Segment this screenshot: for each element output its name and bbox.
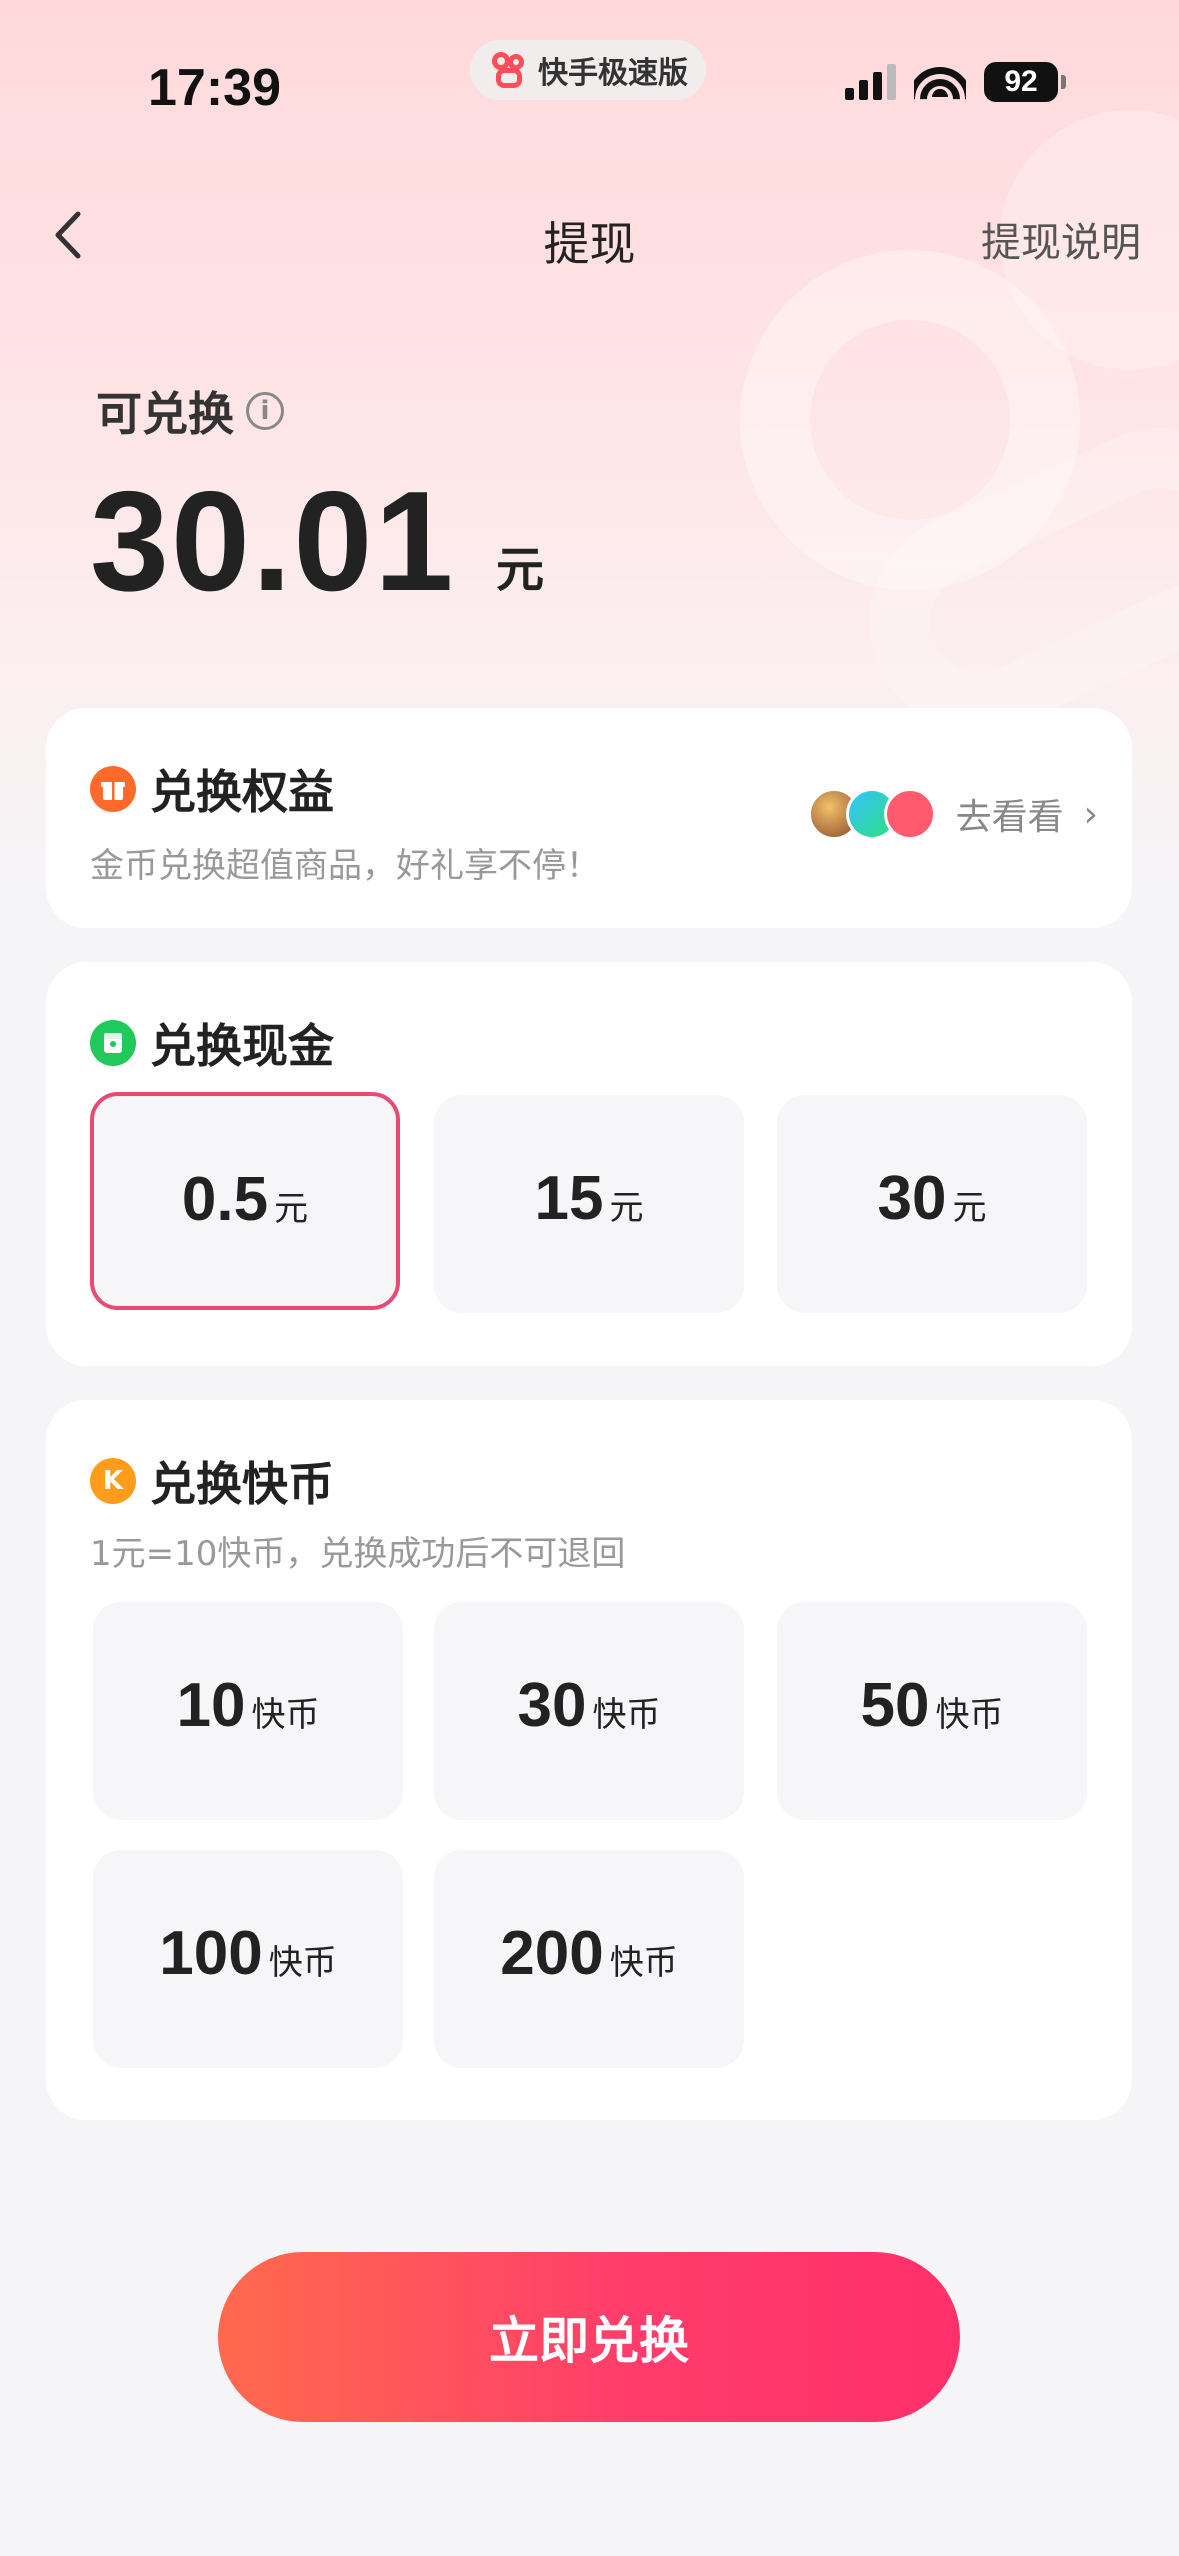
battery-icon: 92 [984, 62, 1066, 102]
brand-avatar-icon [883, 788, 936, 840]
coins-title: 兑换快币 [150, 1457, 334, 1511]
cash-option-unit: 元 [952, 1188, 987, 1228]
app-indicator-pill[interactable]: 快手极速版 [470, 40, 706, 100]
exchange-now-button[interactable]: 立即兑换 [218, 2252, 960, 2422]
chevron-right-icon: › [1083, 793, 1098, 835]
cash-title: 兑换现金 [150, 1019, 334, 1073]
app-name: 快手极速版 [538, 56, 688, 91]
coin-option-value: 100 [159, 1919, 263, 1988]
withdraw-instructions-link[interactable]: 提现说明 [981, 210, 1141, 268]
benefits-title: 兑换权益 [150, 765, 334, 819]
coin-option-200[interactable]: 200 快币 [434, 1850, 744, 2068]
coins-card: K 兑换快币 1元=10快币，兑换成功后不可退回 10 快币 30 快币 50 … [46, 1400, 1132, 2120]
status-icons: 92 [845, 62, 1066, 102]
signal-icon [845, 64, 896, 100]
balance-unit: 元 [496, 542, 545, 598]
balance-label-row: 可兑换 i [96, 378, 284, 444]
cash-option-unit: 元 [609, 1188, 644, 1228]
coins-header: K 兑换快币 [90, 1448, 334, 1514]
benefits-header: 兑换权益 [90, 756, 334, 822]
cash-card: 兑换现金 0.5 元 15 元 30 元 [46, 962, 1132, 1366]
status-time: 17:39 [148, 59, 281, 117]
cash-option-30[interactable]: 30 元 [777, 1095, 1087, 1313]
cash-option-value: 30 [877, 1164, 947, 1233]
benefits-link-row[interactable]: 去看看 › [807, 788, 1098, 840]
coin-option-value: 50 [860, 1671, 930, 1740]
cash-option-0.5[interactable]: 0.5 元 [90, 1092, 400, 1310]
benefit-avatars [807, 788, 936, 840]
cash-icon [90, 1020, 136, 1066]
cash-header: 兑换现金 [90, 1010, 334, 1076]
coin-option-value: 30 [517, 1671, 587, 1740]
coin-option-unit: 快币 [609, 1943, 678, 1983]
coin-option-value: 10 [176, 1671, 246, 1740]
cash-option-15[interactable]: 15 元 [434, 1095, 744, 1313]
coins-subtitle: 1元=10快币，兑换成功后不可退回 [90, 1534, 626, 1574]
cash-option-value: 15 [534, 1164, 604, 1233]
kuaibi-coin-icon: K [90, 1458, 136, 1504]
benefits-link-text[interactable]: 去看看 [956, 788, 1064, 840]
coin-option-unit: 快币 [251, 1695, 320, 1735]
coin-option-unit: 快币 [935, 1695, 1004, 1735]
coin-option-unit: 快币 [268, 1943, 337, 1983]
kuaishou-logo-icon [492, 52, 528, 88]
info-icon[interactable]: i [246, 392, 284, 430]
balance-amount: 30.01 [90, 462, 456, 621]
benefits-subtitle: 金币兑换超值商品，好礼享不停！ [90, 846, 600, 886]
coin-option-unit: 快币 [592, 1695, 661, 1735]
wifi-icon [914, 63, 966, 101]
balance-label: 可兑换 [96, 387, 234, 441]
coin-option-10[interactable]: 10 快币 [93, 1602, 403, 1820]
coin-option-value: 200 [500, 1919, 604, 1988]
cash-option-unit: 元 [274, 1189, 309, 1229]
coin-option-100[interactable]: 100 快币 [93, 1850, 403, 2068]
coin-option-30[interactable]: 30 快币 [434, 1602, 744, 1820]
coin-option-50[interactable]: 50 快币 [777, 1602, 1087, 1820]
gift-icon [90, 766, 136, 812]
benefits-card[interactable]: 兑换权益 金币兑换超值商品，好礼享不停！ 去看看 › [46, 708, 1132, 928]
cash-option-value: 0.5 [181, 1165, 269, 1234]
